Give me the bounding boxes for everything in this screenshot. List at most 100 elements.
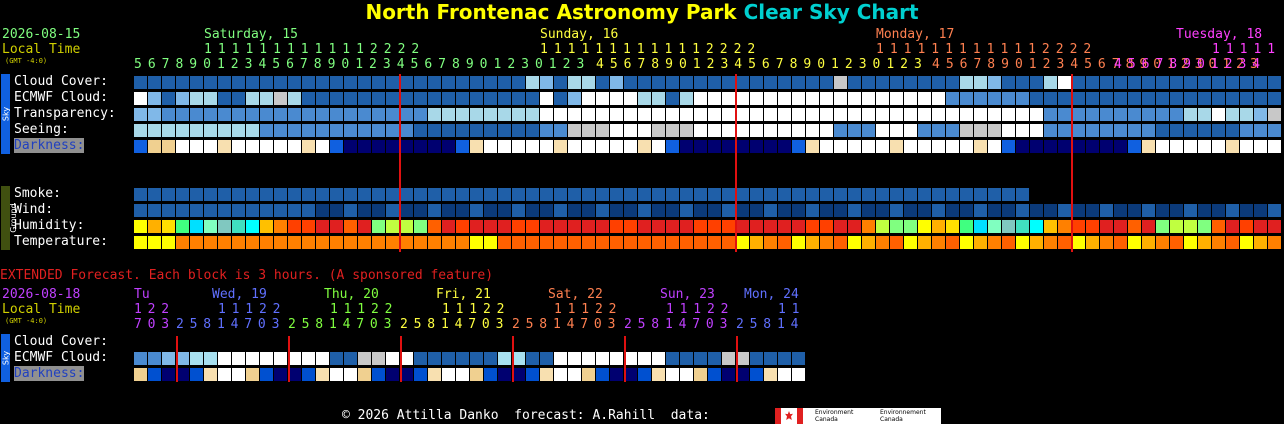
ecmwf-cloud-cell — [1268, 92, 1281, 105]
ext-hour-ones: 2 5 8 1 4 7 0 3 — [512, 317, 615, 332]
site-name: North Frontenac Astronomy Park — [365, 0, 737, 24]
humidity-cell — [652, 220, 665, 233]
ecmwf-cloud-cell — [134, 92, 147, 105]
humidity-cell — [1114, 220, 1127, 233]
ecmwf-cloud-cell — [484, 92, 497, 105]
wind-cell — [988, 204, 1001, 217]
sky-tab[interactable]: Sky — [1, 74, 11, 154]
ext-ecmwf-cell — [344, 352, 357, 365]
row-label[interactable]: Seeing: — [14, 122, 69, 137]
ext-darkness-cell — [764, 368, 777, 381]
wind-cell — [526, 204, 539, 217]
transparency-cell — [764, 108, 777, 121]
darkness-cell — [1268, 140, 1281, 153]
row-label[interactable]: Temperature: — [14, 234, 108, 249]
humidity-cell — [666, 220, 679, 233]
day-label: Saturday, 15 — [204, 27, 298, 42]
humidity-cell — [162, 220, 175, 233]
temperature-cell — [302, 236, 315, 249]
seeing-cell — [680, 124, 693, 137]
cloud-cover-cell — [820, 76, 833, 89]
ext-ecmwf-cell — [358, 352, 371, 365]
wind-cell — [414, 204, 427, 217]
darkness-cell — [1254, 140, 1267, 153]
ecmwf-cloud-cell — [862, 92, 875, 105]
cloud-cover-cell — [568, 76, 581, 89]
ecmwf-cloud-cell — [694, 92, 707, 105]
seeing-cell — [526, 124, 539, 137]
ecmwf-cloud-cell — [1002, 92, 1015, 105]
cloud-cover-cell — [428, 76, 441, 89]
temperature-cell — [652, 236, 665, 249]
seeing-cell — [442, 124, 455, 137]
hour-tens-row: 11111 — [1212, 42, 1282, 57]
ext-row-label[interactable]: Darkness: — [14, 366, 85, 381]
wind-cell — [1030, 204, 1043, 217]
midnight-marker — [399, 74, 401, 252]
ecmwf-cloud-cell — [946, 92, 959, 105]
wind-cell — [1072, 204, 1085, 217]
wind-cell — [582, 204, 595, 217]
smoke-cell — [554, 188, 567, 201]
ext-hour-tens: 1 1 1 2 2 — [218, 302, 280, 317]
row-label[interactable]: Wind: — [14, 202, 53, 217]
seeing-cell — [1016, 124, 1029, 137]
temperature-cell — [1254, 236, 1267, 249]
ecmwf-cloud-cell — [428, 92, 441, 105]
cloud-cover-cell — [1142, 76, 1155, 89]
ext-ecmwf-cell — [596, 352, 609, 365]
ecmwf-cloud-cell — [218, 92, 231, 105]
cloud-cover-cell — [274, 76, 287, 89]
humidity-cell — [1030, 220, 1043, 233]
wind-cell — [400, 204, 413, 217]
ext-darkness-cell — [330, 368, 343, 381]
darkness-cell — [372, 140, 385, 153]
humidity-cell — [1268, 220, 1281, 233]
temperature-cell — [372, 236, 385, 249]
seeing-cell — [176, 124, 189, 137]
row-label[interactable]: Transparency: — [14, 106, 116, 121]
transparency-cell — [652, 108, 665, 121]
seeing-cell — [1198, 124, 1211, 137]
ext-ecmwf-cell — [554, 352, 567, 365]
temperature-cell — [988, 236, 1001, 249]
seeing-cell — [960, 124, 973, 137]
ecmwf-cloud-cell — [246, 92, 259, 105]
darkness-cell — [1072, 140, 1085, 153]
ecmwf-cloud-cell — [554, 92, 567, 105]
row-label[interactable]: ECMWF Cloud: — [14, 90, 108, 105]
row-label[interactable]: Humidity: — [14, 218, 84, 233]
ecmwf-cloud-cell — [904, 92, 917, 105]
environment-canada-logo[interactable]: Environment Canada Environnement Canada — [775, 408, 941, 424]
gmt-offset: (GMT -4:0) — [5, 57, 48, 65]
wind-cell — [932, 204, 945, 217]
ext-darkness-cell — [372, 368, 385, 381]
ext-ecmwf-cell — [666, 352, 679, 365]
wind-cell — [876, 204, 889, 217]
ecmwf-cloud-cell — [624, 92, 637, 105]
row-label[interactable]: Darkness: — [14, 138, 85, 153]
temperature-cell — [778, 236, 791, 249]
wind-cell — [764, 204, 777, 217]
humidity-cell — [1058, 220, 1071, 233]
ext-sky-tab[interactable]: Sky — [1, 334, 11, 382]
ext-darkness-cell — [386, 368, 399, 381]
transparency-cell — [428, 108, 441, 121]
smoke-cell — [848, 188, 861, 201]
seeing-cell — [764, 124, 777, 137]
ecmwf-cloud-cell — [1100, 92, 1113, 105]
ext-row-label[interactable]: ECMWF Cloud: — [14, 350, 108, 365]
row-label[interactable]: Cloud Cover: — [14, 74, 108, 89]
temperature-cell — [932, 236, 945, 249]
seeing-cell — [1170, 124, 1183, 137]
darkness-cell — [918, 140, 931, 153]
transparency-cell — [988, 108, 1001, 121]
temperature-cell — [1072, 236, 1085, 249]
wind-cell — [190, 204, 203, 217]
ground-tab[interactable]: Ground — [1, 186, 18, 250]
ext-row-label[interactable]: Cloud Cover: — [14, 334, 108, 349]
wind-cell — [1114, 204, 1127, 217]
row-label[interactable]: Smoke: — [14, 186, 61, 201]
darkness-cell — [414, 140, 427, 153]
cloud-cover-cell — [1114, 76, 1127, 89]
